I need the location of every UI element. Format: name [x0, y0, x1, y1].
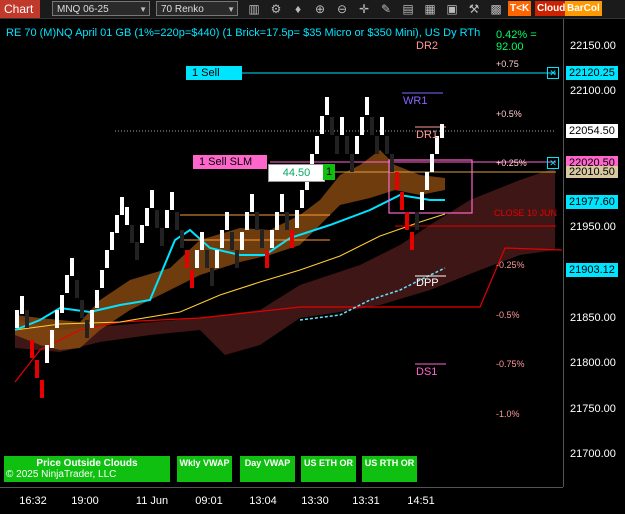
dr2-label: DR2 [416, 40, 439, 52]
sell-lmt-price-tag: 22120.25 [566, 66, 618, 80]
chart-header-text: RE 70 (M)NQ April 01 GB (1%=220p=$440) (… [6, 27, 481, 39]
tk-badge[interactable]: T<K [508, 1, 532, 16]
y-tick: 21750.00 [570, 403, 616, 415]
time-axis[interactable]: 16:32 19:00 11 Jun 09:01 13:04 13:30 13:… [0, 487, 563, 514]
dpp-label: DPP [416, 277, 439, 289]
zoom-out-icon[interactable]: ⊖ [334, 1, 350, 17]
y-tick: 21950.00 [570, 221, 616, 233]
x-tick: 13:30 [301, 495, 329, 507]
cloud-badge[interactable]: Cloud [535, 1, 568, 16]
x-tick: 14:51 [407, 495, 435, 507]
y-tick: 21700.00 [570, 448, 616, 460]
x-tick: 13:31 [352, 495, 380, 507]
level-a-price-tag: 22010.50 [566, 166, 618, 178]
pct-label: +0.75 [496, 59, 519, 69]
template-icon[interactable]: ▩ [488, 1, 504, 17]
clouds-label: Price Outside Clouds [36, 458, 138, 469]
data-box-icon[interactable]: ▦ [422, 1, 438, 17]
dr1-label: DR1 [416, 129, 439, 141]
price-axis[interactable]: 22150.00 22100.00 21950.00 21850.00 2180… [563, 19, 625, 487]
indicators-icon[interactable]: ⚙ [268, 1, 284, 17]
drawing-tool-icon[interactable]: ✎ [378, 1, 394, 17]
strategy-icon[interactable]: ♦ [290, 1, 306, 17]
copyright-text: © 2025 NinjaTrader, LLC [6, 469, 117, 480]
close-icon[interactable]: ✕ [547, 157, 559, 169]
pct-label: -1.0% [496, 409, 520, 419]
us-rth-or-button[interactable]: US RTH OR [362, 456, 417, 482]
sell-lmt-order[interactable]: 1 Sell LMT [186, 66, 242, 93]
ds1-label: DS1 [416, 366, 438, 378]
wkly-vwap-button[interactable]: Wkly VWAP [177, 456, 232, 482]
y-tick: 22150.00 [570, 40, 616, 52]
chevron-down-icon: ▼ [227, 5, 235, 14]
close-10jun-label: CLOSE 10 JUN [494, 208, 558, 218]
chart-title: Chart [0, 0, 40, 18]
day-vwap-button[interactable]: Day VWAP [240, 456, 295, 482]
zoom-in-icon[interactable]: ⊕ [312, 1, 328, 17]
level-b-price-tag: 21977.60 [566, 195, 618, 209]
pct-label: -0.5% [496, 310, 520, 320]
pct-label: +0.5% [496, 109, 522, 119]
x-tick: 16:32 [19, 495, 47, 507]
instrument-selector[interactable]: MNQ 06-25 ▼ [52, 1, 150, 16]
header-percent: 0.42% = 92.00 [496, 29, 537, 53]
barcol-badge[interactable]: BarCol [565, 1, 602, 16]
sell-slm-price-box[interactable]: 44.50 [268, 164, 325, 182]
wr1-label: WR1 [403, 95, 428, 107]
sell-slm-qty-box[interactable]: 1 [323, 164, 335, 180]
x-tick: 13:04 [249, 495, 277, 507]
sell-slm-order[interactable]: 1 Sell SLM [193, 155, 267, 169]
chart-panel[interactable]: RE 70 (M)NQ April 01 GB (1%=220p=$440) (… [0, 19, 563, 487]
x-tick: 19:00 [71, 495, 99, 507]
crosshair-icon[interactable]: ✛ [356, 1, 372, 17]
pct-label: -0.25% [496, 260, 525, 270]
chart-toolbar: Chart MNQ 06-25 ▼ 70 Renko ▼ ▥ ⚙ ♦ ⊕ ⊖ ✛… [0, 0, 625, 19]
level-c-price-tag: 21903.12 [566, 263, 618, 277]
price-outside-clouds-button[interactable]: Price Outside Clouds © 2025 NinjaTrader,… [4, 456, 170, 482]
pct-label: +0.25% [496, 158, 527, 168]
us-eth-or-button[interactable]: US ETH OR [301, 456, 356, 482]
snapshot-icon[interactable]: ▣ [444, 1, 460, 17]
bar-style-icon[interactable]: ▥ [246, 1, 262, 17]
x-tick: 09:01 [195, 495, 223, 507]
bar-type-value: 70 Renko [161, 4, 204, 15]
price-chart [14, 72, 563, 398]
close-icon[interactable]: ✕ [547, 67, 559, 79]
bar-type-selector[interactable]: 70 Renko ▼ [156, 1, 238, 16]
instrument-value: MNQ 06-25 [57, 4, 109, 15]
last-price-tag: 22054.50 [566, 124, 618, 138]
chart-trader-icon[interactable]: ▤ [400, 1, 416, 17]
y-tick: 21850.00 [570, 312, 616, 324]
x-tick: 11 Jun [135, 495, 169, 507]
properties-icon[interactable]: ⚒ [466, 1, 482, 17]
y-tick: 22100.00 [570, 85, 616, 97]
chevron-down-icon: ▼ [139, 5, 147, 14]
pct-label: -0.75% [496, 359, 525, 369]
y-tick: 21800.00 [570, 357, 616, 369]
